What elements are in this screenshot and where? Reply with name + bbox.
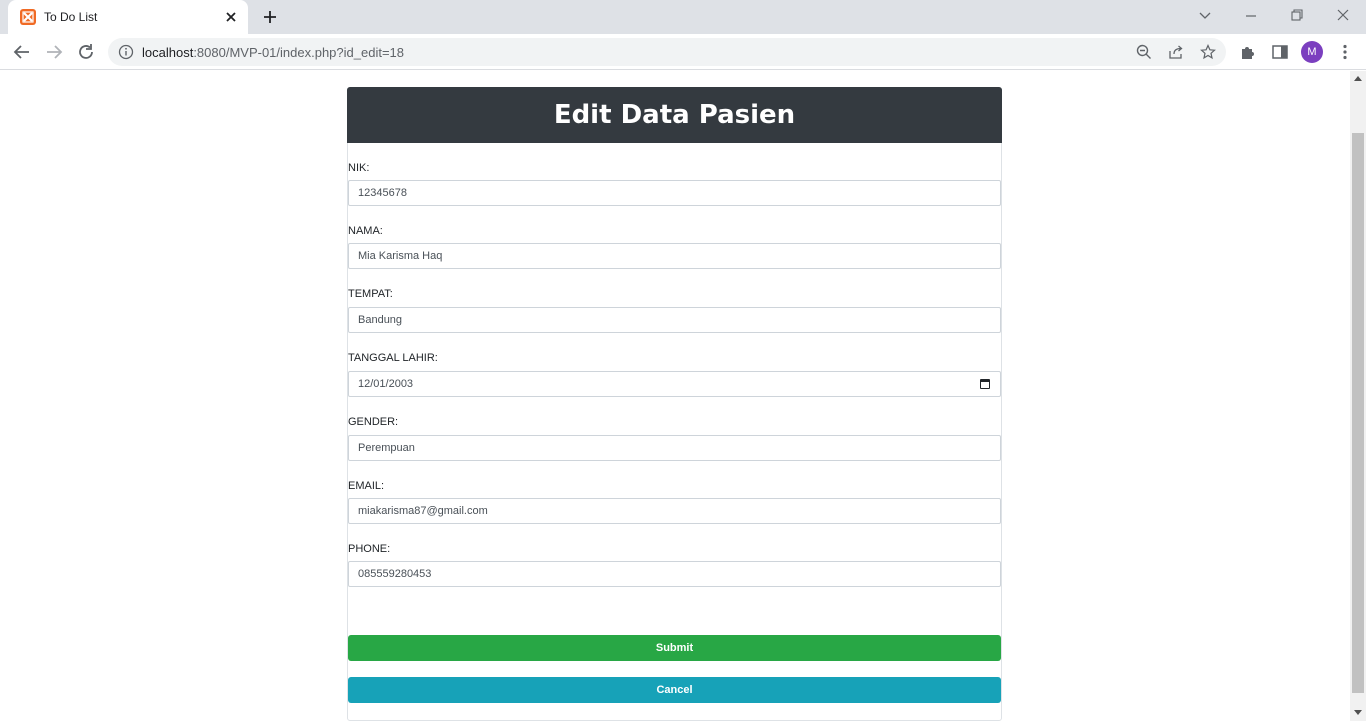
nik-label: NIK: <box>348 162 370 174</box>
tempat-label: TEMPAT: <box>348 288 393 300</box>
tab-title: To Do List <box>44 10 98 24</box>
xampp-favicon-icon <box>20 9 36 25</box>
url-text: localhost:8080/MVP-01/index.php?id_edit=… <box>142 45 404 60</box>
phone-input[interactable]: 085559280453 <box>348 561 1001 587</box>
forward-icon[interactable] <box>43 41 65 63</box>
back-icon[interactable] <box>11 41 33 63</box>
email-input[interactable]: miakarisma87@gmail.com <box>348 498 1001 524</box>
tempat-input[interactable]: Bandung <box>348 307 1001 333</box>
tanggal-lahir-value: 12/01/2003 <box>358 378 414 390</box>
window-close-icon[interactable] <box>1331 6 1355 26</box>
tab-strip: To Do List <box>0 0 1366 34</box>
cancel-button[interactable]: Cancel <box>348 677 1001 703</box>
submit-button[interactable]: Submit <box>348 635 1001 661</box>
page-title: Edit Data Pasien <box>553 100 796 130</box>
url-path: :8080/MVP-01/index.php?id_edit=18 <box>193 45 404 60</box>
calendar-icon[interactable] <box>980 379 990 389</box>
scroll-down-icon[interactable] <box>1354 710 1362 715</box>
profile-avatar[interactable]: M <box>1301 41 1323 63</box>
reload-icon[interactable] <box>75 41 97 63</box>
minimize-icon[interactable] <box>1239 6 1263 26</box>
star-icon[interactable] <box>1200 44 1216 60</box>
gender-label: GENDER: <box>348 416 399 428</box>
browser-tab[interactable]: To Do List <box>8 0 248 34</box>
vertical-scrollbar[interactable] <box>1350 71 1366 721</box>
chevron-down-icon[interactable] <box>1193 6 1217 26</box>
share-icon[interactable] <box>1168 44 1184 60</box>
tanggal-lahir-input[interactable]: 12/01/2003 <box>348 371 1001 397</box>
nama-label: NAMA: <box>348 225 383 237</box>
url-host: localhost <box>142 45 194 60</box>
page-viewport: Edit Data Pasien NIK: 12345678 NAMA: Mia… <box>0 71 1366 721</box>
menu-dots-icon[interactable] <box>1336 43 1354 61</box>
phone-label: PHONE: <box>348 543 391 555</box>
gender-input[interactable]: Perempuan <box>348 435 1001 461</box>
side-panel-icon[interactable] <box>1271 43 1289 61</box>
nik-input[interactable]: 12345678 <box>348 180 1001 206</box>
extensions-icon[interactable] <box>1239 43 1257 61</box>
info-icon[interactable] <box>118 44 134 60</box>
zoom-out-icon[interactable] <box>1136 44 1152 60</box>
email-label: EMAIL: <box>348 480 385 492</box>
close-icon[interactable] <box>222 8 240 26</box>
tanggal-lahir-label: TANGGAL LAHIR: <box>348 352 438 364</box>
scroll-up-icon[interactable] <box>1354 76 1362 81</box>
plus-icon[interactable] <box>258 6 282 28</box>
scroll-thumb[interactable] <box>1352 133 1364 693</box>
address-bar[interactable]: localhost:8080/MVP-01/index.php?id_edit=… <box>108 38 1226 66</box>
restore-icon[interactable] <box>1285 6 1309 26</box>
card-header: Edit Data Pasien <box>347 87 1002 143</box>
edit-form-card: Edit Data Pasien NIK: 12345678 NAMA: Mia… <box>347 87 1002 721</box>
nama-input[interactable]: Mia Karisma Haq <box>348 243 1001 269</box>
browser-toolbar: localhost:8080/MVP-01/index.php?id_edit=… <box>0 34 1366 70</box>
